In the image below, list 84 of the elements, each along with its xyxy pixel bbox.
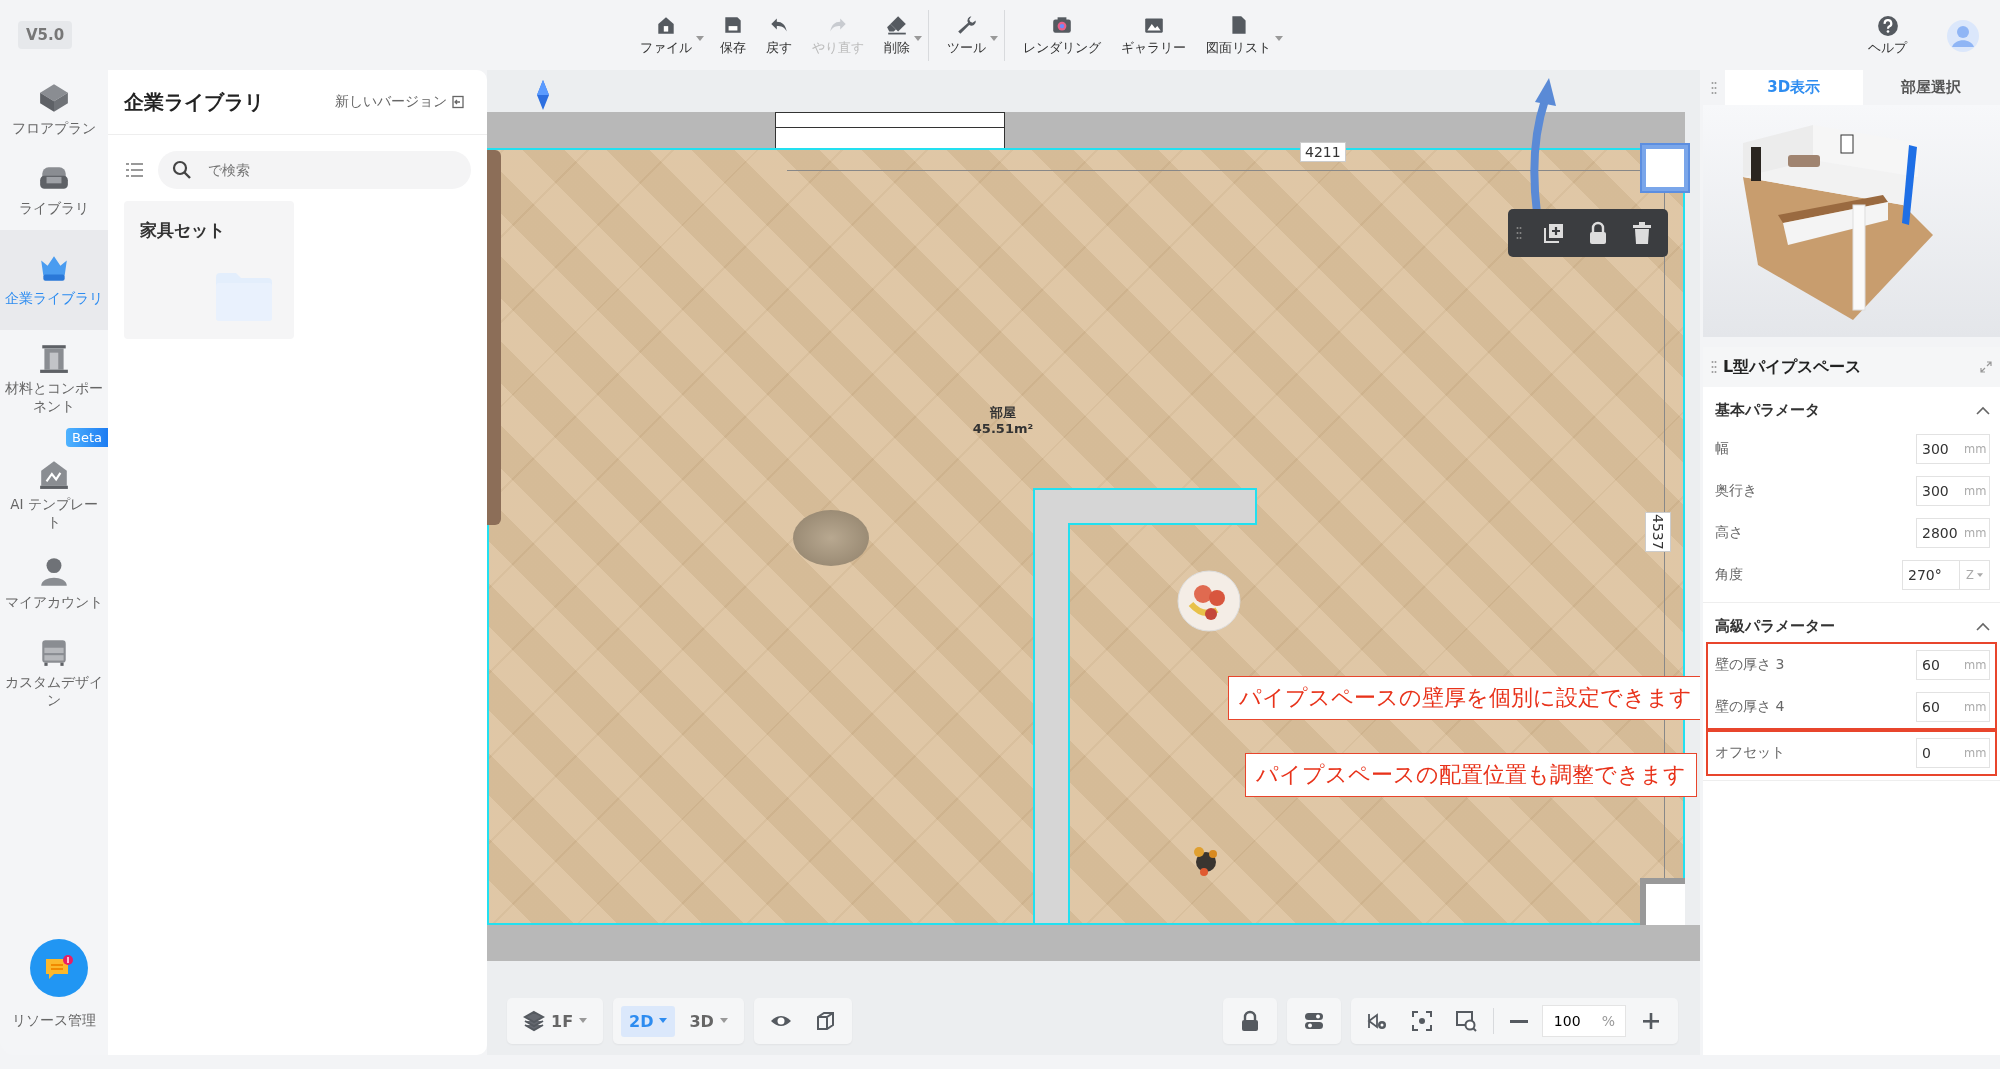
- save-icon: [722, 14, 744, 36]
- beta-badge: Beta: [66, 428, 108, 447]
- search-field[interactable]: で検索: [158, 151, 471, 189]
- toolbar-button[interactable]: 戻す: [756, 10, 802, 61]
- chat-button[interactable]: [30, 939, 88, 997]
- list-icon[interactable]: [126, 162, 144, 178]
- column-drawing: [1640, 878, 1685, 925]
- caret-icon: [696, 36, 704, 42]
- toggle-icon: [1302, 1010, 1325, 1032]
- wrench-icon: [955, 14, 978, 36]
- dimension-label: 4211: [1300, 142, 1346, 162]
- toolbar-button[interactable]: 保存: [710, 10, 756, 61]
- trash-icon: [1630, 221, 1654, 245]
- annotation-callout: パイプスペースの配置位置も調整できます: [1245, 753, 1697, 797]
- nav-item[interactable]: AI テンプレート: [0, 446, 108, 544]
- toolbar-button[interactable]: 削除: [874, 10, 929, 61]
- fruit-bowl-drawing: [1177, 570, 1241, 632]
- panel-tab[interactable]: 部屋選択: [1862, 70, 2000, 105]
- exit-icon: [451, 95, 465, 109]
- minus-icon: [1509, 1019, 1528, 1023]
- drag-handle-icon[interactable]: [1711, 360, 1717, 374]
- view-mode-tab[interactable]: 3D: [681, 1005, 736, 1037]
- toolbar-button[interactable]: ギャラリー: [1111, 10, 1196, 61]
- nav-item[interactable]: リソース管理: [0, 1011, 108, 1031]
- annotation-callout: パイプスペースの壁厚を個別に設定できます: [1228, 676, 1700, 720]
- field-label: 角度: [1715, 566, 1743, 584]
- eraser-icon: [886, 14, 908, 36]
- caret-icon: [719, 1018, 728, 1024]
- angle-field[interactable]: 270°: [1902, 560, 1960, 590]
- compass-icon: [535, 80, 551, 110]
- focus-icon: [1410, 1010, 1433, 1032]
- delete-button[interactable]: [1630, 221, 1654, 245]
- chevron-icon: [1976, 621, 1990, 632]
- duplicate-icon: [1542, 221, 1566, 245]
- nav-item[interactable]: マイアカウント: [0, 544, 108, 624]
- caret-icon: [659, 1018, 668, 1024]
- caret-icon: [1275, 36, 1283, 42]
- nav-item[interactable]: ライブラリ: [0, 150, 108, 230]
- new-version-link[interactable]: 新しいバージョン: [329, 92, 471, 112]
- field-label: 高さ: [1715, 524, 1743, 542]
- cube-icon: [38, 82, 70, 114]
- drag-handle-icon[interactable]: [1516, 226, 1522, 240]
- expand-icon[interactable]: [1980, 361, 1992, 373]
- caret-icon: [990, 36, 998, 42]
- caret-icon: [579, 1018, 588, 1024]
- caret-icon: [914, 36, 922, 42]
- collapse-button[interactable]: [1976, 621, 1990, 632]
- layers-icon: [523, 1010, 545, 1032]
- section-title: 高級パラメーター: [1715, 617, 1835, 636]
- plus-icon: [1640, 1010, 1662, 1032]
- dimension-label: 4537: [1645, 512, 1671, 552]
- toolbar-button[interactable]: レンダリング: [1013, 10, 1111, 61]
- help-button[interactable]: ヘルプ: [1862, 14, 1913, 58]
- selected-pipe-space[interactable]: [1640, 143, 1690, 193]
- panel-title: 企業ライブラリ: [124, 88, 264, 116]
- field-label: 奥行き: [1715, 482, 1757, 500]
- nav-item[interactable]: フロアプラン: [0, 70, 108, 150]
- chevron-icon: [1976, 405, 1990, 416]
- nav-item[interactable]: カスタムデザイン: [0, 624, 108, 722]
- room-name: 部屋: [989, 405, 1017, 421]
- camera-icon: [1051, 14, 1073, 36]
- zoom-icon: [1454, 1010, 1477, 1032]
- room-area: 45.51m²: [953, 420, 1053, 437]
- door-icon: [38, 342, 70, 374]
- field-label: 幅: [1715, 440, 1729, 458]
- folder-card[interactable]: 家具セット: [124, 201, 294, 339]
- version-label: V5.0: [18, 21, 73, 49]
- section-title: 基本パラメータ: [1715, 401, 1820, 420]
- card-title: 家具セット: [140, 219, 225, 242]
- caret-icon: [1976, 572, 1983, 578]
- collapse-button[interactable]: [1976, 405, 1990, 416]
- duplicate-button[interactable]: [1542, 221, 1566, 245]
- search-icon: [172, 160, 192, 180]
- properties-title: L型パイプスペース: [1723, 356, 1863, 378]
- toolbar-button[interactable]: 図面リスト: [1196, 10, 1281, 61]
- field-label: 壁の厚さ 3: [1715, 656, 1785, 674]
- user-icon: [38, 556, 70, 588]
- toolbar-button[interactable]: ファイル: [630, 10, 702, 61]
- field-label: オフセット: [1715, 744, 1785, 762]
- help-icon: [1876, 15, 1899, 37]
- drag-handle-icon[interactable]: [1711, 80, 1717, 95]
- field-label: 壁の厚さ 4: [1715, 698, 1785, 716]
- toolbar-button[interactable]: ツール: [937, 10, 1005, 61]
- nav-item[interactable]: 材料とコンポーネント: [0, 330, 108, 428]
